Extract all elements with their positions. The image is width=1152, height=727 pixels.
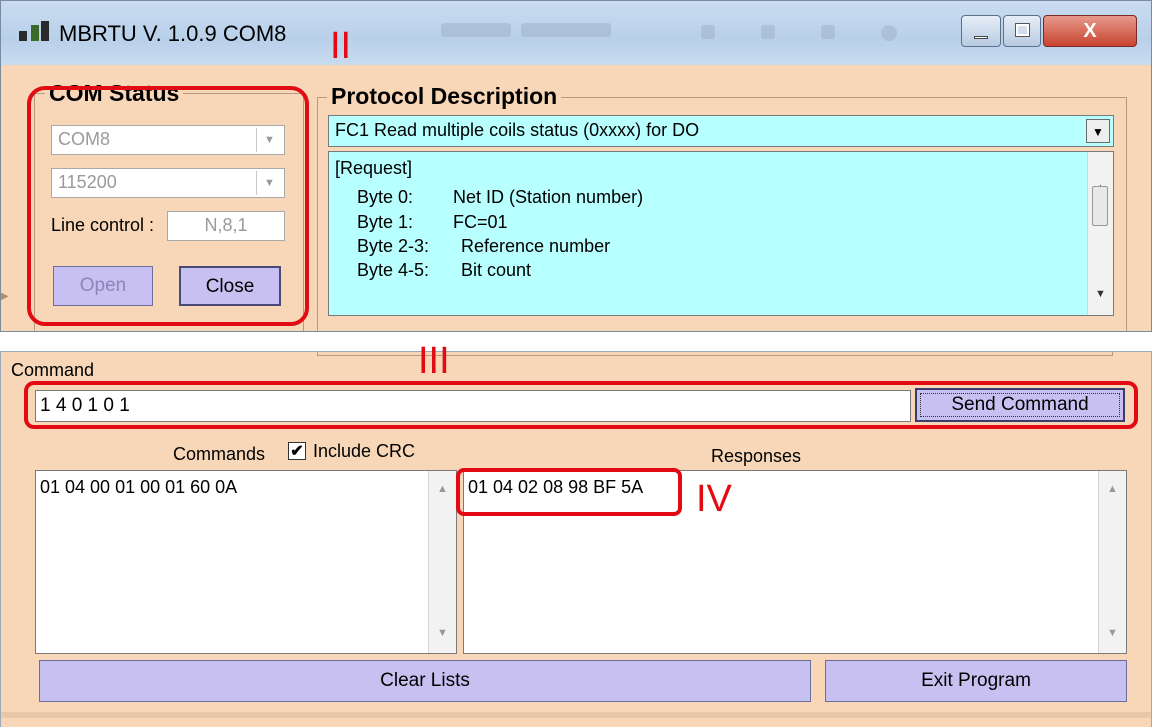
edge-arrow-icon: ▶ [1, 291, 9, 302]
scrollbar[interactable]: ▲ ▼ [1087, 152, 1113, 315]
protocol-legend: Protocol Description [327, 83, 562, 110]
maximize-icon [1015, 23, 1030, 37]
desc-value: Reference number [461, 236, 611, 256]
commands-list[interactable]: 01 04 00 01 00 01 60 0A ▲ ▼ [35, 470, 457, 654]
protocol-description-box[interactable]: [Request] Byte 0: Net ID (Station number… [328, 151, 1114, 316]
annotation-label-iv: IV [696, 478, 732, 520]
scrollbar[interactable]: ▲ ▼ [428, 471, 456, 653]
blur-decoration [521, 23, 611, 37]
desc-key: Byte 1: [357, 212, 414, 232]
maximize-button[interactable] [1003, 15, 1041, 47]
protocol-selected: FC1 Read multiple coils status (0xxxx) f… [335, 120, 700, 140]
scroll-down-icon[interactable]: ▼ [437, 627, 448, 639]
list-item[interactable]: 01 04 00 01 00 01 60 0A [40, 477, 237, 498]
command-label: Command [11, 360, 95, 380]
clear-lists-button[interactable]: Clear Lists [39, 660, 811, 702]
request-header: [Request] [335, 158, 413, 178]
annotation-box-iv [456, 468, 682, 516]
blur-decoration [761, 25, 775, 39]
chevron-down-icon[interactable]: ▼ [1086, 119, 1110, 143]
app-icon [19, 21, 49, 41]
responses-label: Responses [711, 446, 802, 466]
annotation-label-ii: II [330, 25, 352, 67]
desc-key: Byte 0: [357, 187, 414, 207]
protocol-select[interactable]: FC1 Read multiple coils status (0xxxx) f… [328, 115, 1114, 147]
annotation-label-iii: III [418, 340, 450, 382]
blur-decoration [701, 25, 715, 39]
scroll-thumb[interactable] [1092, 186, 1108, 226]
blur-decoration [881, 25, 897, 41]
annotation-box-ii [27, 86, 309, 326]
window-title: MBRTU V. 1.0.9 COM8 [59, 21, 287, 46]
scroll-up-icon[interactable]: ▲ [437, 483, 448, 495]
scroll-down-icon[interactable]: ▼ [1095, 288, 1106, 300]
scroll-down-icon[interactable]: ▼ [1107, 627, 1118, 639]
close-icon: X [1083, 20, 1097, 42]
desc-value: Net ID (Station number) [453, 187, 644, 207]
commands-label: Commands [173, 444, 266, 464]
desc-value: Bit count [461, 260, 532, 280]
title-bar[interactable]: MBRTU V. 1.0.9 COM8 X [1, 1, 1151, 65]
include-crc-label: Include CRC [313, 441, 416, 461]
blur-decoration [441, 23, 511, 37]
minimize-icon [974, 36, 988, 39]
desc-key: Byte 4-5: [357, 260, 430, 280]
include-crc-checkbox[interactable]: ✔ [288, 442, 306, 460]
exit-program-button[interactable]: Exit Program [825, 660, 1127, 702]
minimize-button[interactable] [961, 15, 1001, 47]
scroll-up-icon[interactable]: ▲ [1107, 483, 1118, 495]
blur-decoration [821, 25, 835, 39]
desc-key: Byte 2-3: [357, 236, 430, 256]
window-bottom-edge [1, 712, 1151, 718]
desc-value: FC=01 [453, 212, 508, 232]
scrollbar[interactable]: ▲ ▼ [1098, 471, 1126, 653]
annotation-box-iii [24, 381, 1138, 429]
close-window-button[interactable]: X [1043, 15, 1137, 47]
